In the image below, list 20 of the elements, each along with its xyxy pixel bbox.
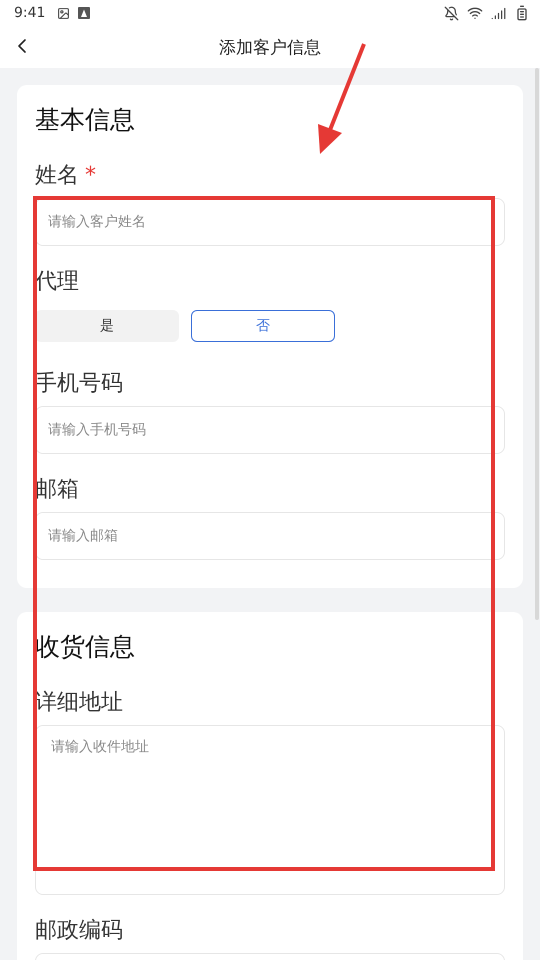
app-icon xyxy=(78,7,90,19)
field-label: 手机号码 xyxy=(35,370,123,398)
field-label: 详细地址 xyxy=(35,689,123,717)
section-title: 基本信息 xyxy=(35,104,136,136)
field-label: 姓名 xyxy=(35,162,79,190)
option-button[interactable]: 否 xyxy=(191,310,335,342)
address-field[interactable]: 请输入收件地址 xyxy=(35,725,505,895)
wifi-icon xyxy=(467,5,483,21)
field-label: 代理 xyxy=(35,268,79,296)
bell-off-icon xyxy=(444,6,459,20)
input-field[interactable]: 请输入客户姓名 xyxy=(35,198,505,246)
image-icon xyxy=(57,6,70,20)
field-label: 邮政编码 xyxy=(35,917,123,945)
page-title: 添加客户信息 xyxy=(219,36,321,58)
option-button[interactable]: 是 xyxy=(35,310,179,342)
status-time: 9:41 xyxy=(14,5,46,21)
input-field[interactable]: 请输入手机号码 xyxy=(35,406,505,454)
input-field[interactable]: 请输入邮箱 xyxy=(35,512,505,560)
required-mark: * xyxy=(85,162,96,188)
signal-icon xyxy=(491,6,506,20)
